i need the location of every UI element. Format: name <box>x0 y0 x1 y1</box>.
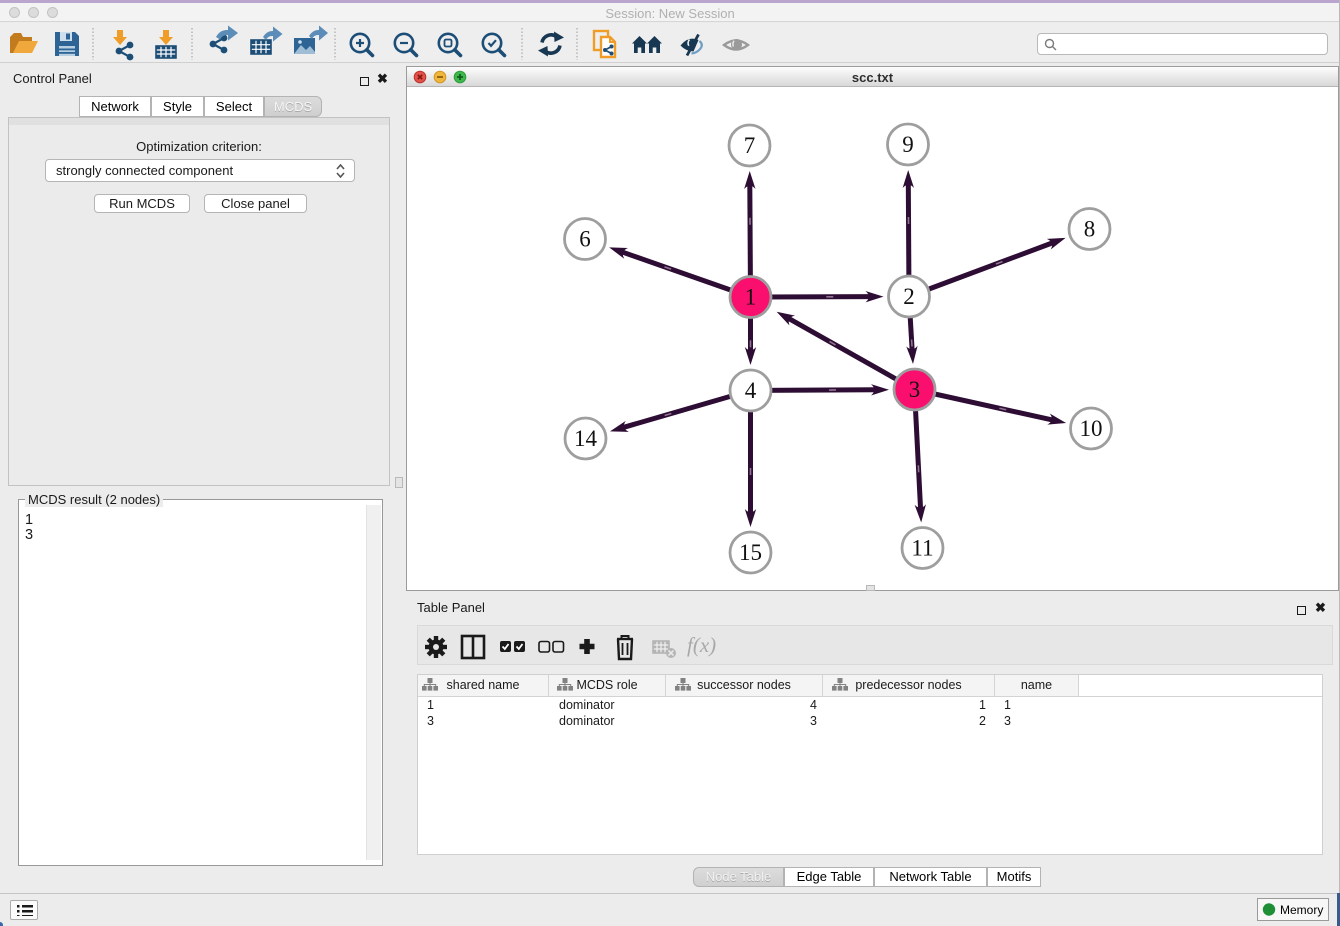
svg-text:1: 1 <box>745 285 757 310</box>
svg-text:2: 2 <box>903 284 915 309</box>
svg-text:10: 10 <box>1080 416 1103 441</box>
svg-text:4: 4 <box>745 378 757 403</box>
svg-text:14: 14 <box>574 426 598 451</box>
svg-text:7: 7 <box>744 133 756 158</box>
svg-text:9: 9 <box>902 132 914 157</box>
svg-text:3: 3 <box>909 377 921 402</box>
svg-text:8: 8 <box>1084 217 1096 242</box>
svg-text:Memory: Memory <box>1280 903 1323 917</box>
svg-text:11: 11 <box>911 536 933 561</box>
svg-text:6: 6 <box>579 227 591 252</box>
svg-text:15: 15 <box>739 540 762 565</box>
